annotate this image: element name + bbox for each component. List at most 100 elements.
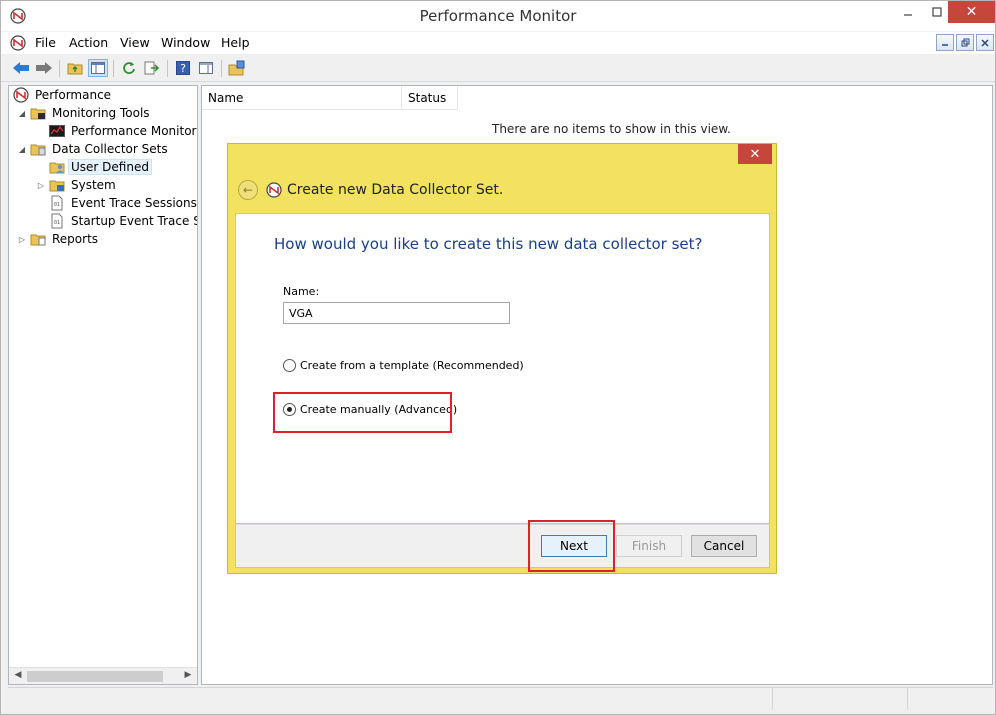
- name-input[interactable]: [283, 302, 510, 324]
- tree-horizontal-scrollbar[interactable]: ◀ ▶: [9, 667, 197, 684]
- scroll-right-arrow-icon[interactable]: ▶: [181, 670, 195, 682]
- toolbar-separator: [167, 60, 168, 77]
- user-folder-icon: [49, 162, 65, 174]
- toolbar-separator: [113, 60, 114, 77]
- tree-label: Event Trace Sessions: [71, 196, 197, 210]
- restore-icon: [961, 38, 969, 47]
- column-header-status[interactable]: Status: [402, 86, 458, 110]
- expand-arrow-icon[interactable]: ▷: [17, 235, 27, 244]
- tree-item-user-defined[interactable]: User Defined: [49, 158, 152, 176]
- wizard-body: How would you like to create this new da…: [235, 213, 770, 524]
- close-icon: [981, 38, 989, 47]
- folder-up-icon: [67, 63, 83, 75]
- tree-label: Startup Event Trace Ses: [71, 214, 197, 228]
- tree-item-monitoring-tools[interactable]: ◢ Monitoring Tools: [17, 104, 152, 122]
- radio-unchecked-icon[interactable]: [283, 359, 296, 372]
- folder-icon: [30, 144, 46, 156]
- menu-action[interactable]: Action: [69, 35, 108, 50]
- svg-text:01: 01: [54, 202, 60, 208]
- menu-bar: File Action View Window Help: [1, 32, 995, 54]
- scrollbar-thumb[interactable]: [27, 671, 163, 682]
- up-folder-button[interactable]: [65, 59, 85, 77]
- menu-window[interactable]: Window: [161, 35, 210, 50]
- create-collector-set-wizard: ✕ ← Create new Data Collector Set. How w…: [227, 143, 777, 574]
- console-tree: Performance ◢ Monitoring Tools Performan…: [8, 85, 198, 685]
- tree-item-reports[interactable]: ▷ Reports: [17, 230, 100, 248]
- scroll-left-arrow-icon[interactable]: ◀: [11, 670, 25, 682]
- toolbar-separator: [221, 60, 222, 77]
- tree-item-system[interactable]: ▷ System: [36, 176, 118, 194]
- mdi-restore-button[interactable]: [956, 34, 974, 51]
- performance-icon: [13, 87, 29, 103]
- maximize-icon: [932, 7, 942, 17]
- title-bar[interactable]: Performance Monitor ✕: [1, 1, 995, 31]
- option-template-label: Create from a template (Recommended): [300, 359, 524, 372]
- wizard-header: ← Create new Data Collector Set.: [238, 180, 503, 200]
- toolbar-separator: [59, 60, 60, 77]
- toolbar: ?: [1, 55, 995, 82]
- forward-button[interactable]: [34, 59, 54, 77]
- highlight-box-manual: [273, 392, 452, 433]
- mdi-close-button[interactable]: [976, 34, 994, 51]
- minimize-icon: [904, 14, 912, 16]
- tree-item-performance-monitor[interactable]: Performance Monitor: [49, 122, 197, 140]
- console-tree-icon: [91, 62, 105, 74]
- mmc-document-icon[interactable]: [10, 35, 26, 51]
- forward-arrow-icon: [36, 62, 52, 74]
- wizard-title: Create new Data Collector Set.: [287, 182, 504, 198]
- trace-document-icon: 01: [51, 213, 63, 229]
- empty-list-message: There are no items to show in this view.: [492, 122, 731, 136]
- column-header-name[interactable]: Name: [202, 86, 402, 110]
- export-list-button[interactable]: [142, 59, 162, 77]
- back-button[interactable]: [11, 59, 31, 77]
- expand-arrow-icon[interactable]: ▷: [36, 181, 46, 190]
- tree-item-performance[interactable]: Performance: [13, 86, 113, 104]
- show-action-pane-button[interactable]: [196, 59, 216, 77]
- svg-text:01: 01: [54, 220, 60, 226]
- tree-label: System: [71, 178, 116, 192]
- close-icon: ✕: [965, 4, 978, 20]
- svg-text:?: ?: [180, 62, 186, 75]
- help-button[interactable]: ?: [173, 59, 193, 77]
- tree-label: Data Collector Sets: [52, 142, 168, 156]
- finish-button[interactable]: Finish: [616, 535, 682, 557]
- close-button[interactable]: ✕: [948, 1, 995, 23]
- menu-file[interactable]: File: [35, 35, 56, 50]
- mdi-controls: [936, 34, 994, 51]
- menu-help[interactable]: Help: [221, 35, 250, 50]
- show-hide-tree-button[interactable]: [88, 59, 108, 77]
- cancel-button[interactable]: Cancel: [691, 535, 757, 557]
- collapse-arrow-icon[interactable]: ◢: [17, 109, 27, 118]
- help-icon: ?: [176, 61, 190, 75]
- wizard-back-button[interactable]: ←: [238, 180, 258, 200]
- close-icon: ✕: [749, 146, 761, 162]
- back-arrow-icon: [13, 62, 29, 74]
- tree-label: Monitoring Tools: [52, 106, 150, 120]
- new-collector-set-button[interactable]: [227, 59, 247, 77]
- new-set-icon: [228, 60, 245, 76]
- menu-view[interactable]: View: [120, 35, 150, 50]
- name-label: Name:: [283, 285, 320, 298]
- tree-item-startup-event-trace[interactable]: 01 Startup Event Trace Ses: [49, 212, 197, 230]
- highlight-box-next: [528, 520, 615, 572]
- mdi-minimize-button[interactable]: [936, 34, 954, 51]
- status-bar: [8, 687, 993, 710]
- wizard-footer: Next Finish Cancel: [235, 524, 770, 568]
- folder-icon: [30, 108, 46, 120]
- back-arrow-icon: ←: [242, 183, 254, 197]
- tree-item-event-trace-sessions[interactable]: 01 Event Trace Sessions: [49, 194, 197, 212]
- action-pane-icon: [199, 62, 213, 74]
- wizard-close-button[interactable]: ✕: [738, 144, 772, 164]
- tree-label: Performance Monitor: [71, 124, 197, 138]
- maximize-button[interactable]: [923, 1, 951, 23]
- refresh-button[interactable]: [119, 59, 139, 77]
- wizard-question: How would you like to create this new da…: [274, 235, 703, 253]
- export-icon: [144, 61, 160, 75]
- tree-item-data-collector-sets[interactable]: ◢ Data Collector Sets: [17, 140, 170, 158]
- collapse-arrow-icon[interactable]: ◢: [17, 145, 27, 154]
- minimize-icon: [942, 43, 948, 46]
- minimize-button[interactable]: [894, 1, 922, 23]
- option-template-radio[interactable]: Create from a template (Recommended): [283, 359, 524, 372]
- status-cell: [772, 688, 907, 710]
- performance-monitor-icon: [266, 182, 282, 198]
